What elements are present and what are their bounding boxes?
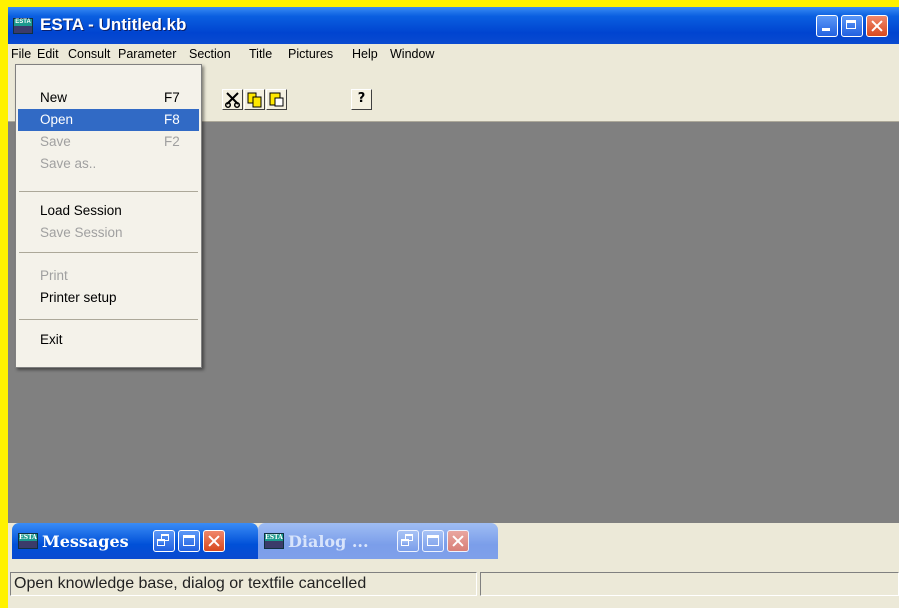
menu-separator (19, 191, 198, 192)
menu-window[interactable]: Window (390, 47, 434, 61)
help-icon: ? (357, 91, 366, 106)
dialog-maximize-button[interactable] (422, 530, 444, 552)
title-bar[interactable]: ESTA ESTA - Untitled.kb (8, 7, 899, 44)
messages-close-button[interactable] (203, 530, 225, 552)
minimize-button[interactable] (816, 15, 838, 37)
menu-section[interactable]: Section (189, 47, 231, 61)
messages-window-title: Messages (42, 532, 129, 551)
menu-item-shortcut: F2 (164, 134, 180, 149)
copy-icon (247, 92, 262, 108)
dialog-close-button[interactable] (447, 530, 469, 552)
maximize-button[interactable] (841, 15, 863, 37)
esta-app-icon: ESTA (264, 533, 284, 549)
status-bar: Open knowledge base, dialog or textfile … (8, 559, 899, 608)
menu-item-load-session[interactable]: Load Session (18, 200, 199, 222)
menu-item-printer-setup[interactable]: Printer setup (18, 287, 199, 309)
menu-item-exit[interactable]: Exit (18, 329, 199, 351)
menu-item-print: Print (18, 265, 199, 287)
window-title: ESTA - Untitled.kb (40, 15, 187, 34)
menu-item-label: New (40, 90, 68, 105)
menu-item-shortcut: F8 (164, 112, 180, 127)
status-secondary-pane (480, 572, 899, 596)
main-window: ESTA ESTA - Untitled.kb File Edit Consul… (8, 7, 899, 608)
menu-separator (19, 252, 198, 253)
dialog-window-title: Dialog ... (288, 532, 369, 551)
menu-pictures[interactable]: Pictures (288, 47, 333, 61)
cut-button[interactable] (222, 89, 243, 110)
minimized-messages-window[interactable]: ESTA Messages (12, 523, 258, 559)
menu-help[interactable]: Help (352, 47, 378, 61)
menu-item-save-session: Save Session (18, 222, 199, 244)
menu-file[interactable]: File (11, 47, 31, 61)
minimized-dialog-window[interactable]: ESTA Dialog ... (258, 523, 498, 559)
menu-consult[interactable]: Consult (68, 47, 110, 61)
messages-maximize-button[interactable] (178, 530, 200, 552)
menu-item-label: Save as.. (40, 156, 97, 171)
menu-item-shortcut: F7 (164, 90, 180, 105)
menu-item-label: Printer setup (40, 290, 117, 305)
menu-item-save-as: Save as.. (18, 153, 199, 175)
menu-parameter[interactable]: Parameter (118, 47, 176, 61)
esta-app-icon: ESTA (18, 533, 38, 549)
close-button[interactable] (866, 15, 888, 37)
esta-app-icon[interactable]: ESTA (13, 18, 33, 34)
menu-item-new[interactable]: New F7 (18, 87, 199, 109)
paste-button[interactable] (266, 89, 287, 110)
menu-title[interactable]: Title (249, 47, 272, 61)
menu-item-label: Open (40, 112, 74, 127)
menu-item-save: Save F2 (18, 131, 199, 153)
paste-icon (269, 92, 284, 107)
menu-bar: File Edit Consult Parameter Section Titl… (8, 44, 899, 64)
menu-item-open[interactable]: Open F8 (18, 109, 199, 131)
cut-icon (224, 92, 241, 109)
menu-item-label: Exit (40, 332, 63, 347)
menu-item-label: Save Session (40, 225, 123, 240)
help-button[interactable]: ? (351, 89, 372, 110)
menu-item-label: Load Session (40, 203, 122, 218)
menu-edit[interactable]: Edit (37, 47, 59, 61)
menu-separator (19, 319, 198, 320)
menu-item-label: Print (40, 268, 68, 283)
copy-button[interactable] (244, 89, 265, 110)
messages-restore-button[interactable] (153, 530, 175, 552)
menu-item-label: Save (40, 134, 71, 149)
dialog-restore-button[interactable] (397, 530, 419, 552)
status-message: Open knowledge base, dialog or textfile … (10, 572, 477, 596)
file-menu-dropdown: New F7 Open F8 Save F2 Save as.. Load Se… (15, 64, 202, 368)
